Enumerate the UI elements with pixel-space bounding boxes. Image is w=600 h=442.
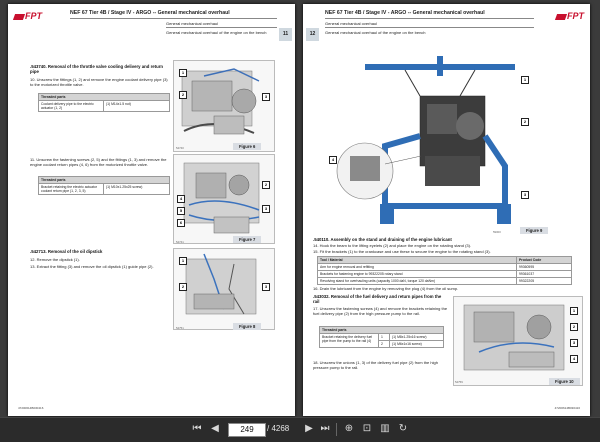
header-divider (325, 27, 534, 28)
table-row: Revolving stand for overhauling units (c… (317, 277, 572, 285)
table-row: Bracket retaining the delivery fuel pipe… (319, 333, 444, 348)
header-subtitle-1: General mechanical overhaul (325, 21, 378, 26)
header-title: NEF 67 Tier 4B / Stage IV - ARGO -- Gene… (70, 10, 230, 16)
engine-illustration (185, 253, 257, 315)
step-text: 15. Fit the brackets (1) to the crankcas… (313, 249, 491, 254)
engine-illustration (463, 304, 565, 371)
figure-oil-dipstick: 1 2 3 (173, 248, 275, 330)
section-title: .543032. Removal of the fuel delivery an… (313, 294, 442, 305)
callout-3: 3 (570, 339, 578, 347)
section-title: .543740. Removal of the throttle valve c… (30, 64, 164, 75)
engine-on-stand-illustration (336, 56, 515, 224)
section-title: .540110. Assembly on the stand and drain… (313, 237, 452, 242)
figure-coolant-pipes: 4 5 6 2 3 (173, 154, 275, 244)
section-title: .542713. Removal of the oil dipstick (30, 249, 103, 254)
table-header: Threaded parts (319, 326, 444, 334)
two-page-view-icon[interactable]: ▥ (378, 422, 392, 436)
callout-1: 1 (179, 69, 187, 77)
previous-page-icon[interactable]: ◀ (208, 422, 222, 436)
threaded-parts-table: Threaded parts Bracket retaining the del… (319, 326, 444, 348)
page-number: 11 (279, 28, 292, 41)
step-text: 16. Drain the lubricant from the engine … (313, 286, 459, 291)
fit-page-icon[interactable]: ⊡ (360, 422, 374, 436)
header-subtitle-1: General mechanical overhaul (166, 21, 219, 26)
callout-2: 2 (179, 91, 187, 99)
header-title: NEF 67 Tier 4B / Stage IV - ARGO -- Gene… (325, 10, 485, 16)
page-footer: 47200614B030416 (554, 406, 580, 410)
callout-1: 1 (179, 257, 187, 265)
total-pages: / 4268 (267, 424, 290, 433)
callout-4: 4 (177, 195, 185, 203)
table-row: Coolant delivery pipe to the electric ac… (38, 100, 170, 112)
right-page: 12 NEF 67 Tier 4B / Stage IV - ARGO -- G… (303, 4, 590, 416)
figure-ref: 54740 (176, 146, 184, 150)
step-text: 18. Unscrew the unions (1, 3) of the del… (313, 360, 438, 370)
threaded-parts-table: Threaded parts Bracket retaining the ele… (38, 176, 170, 195)
figure-fuel-pipes: 1 2 3 4 (453, 296, 583, 386)
page-number-input[interactable]: 249 (228, 423, 266, 437)
header-divider (166, 27, 277, 28)
table-row: Brackets for fastening engine to 9932220… (317, 270, 572, 278)
pdf-toolbar: ⏮ ◀ 249 / 4268 ▶ ⏭ ⊕ ⊡ ▥ ↻ (0, 417, 600, 442)
next-page-icon[interactable]: ▶ (302, 422, 316, 436)
callout-1: 1 (521, 76, 529, 84)
figure-engine-throttle: 1 2 3 (173, 60, 275, 152)
engine-illustration (181, 68, 260, 135)
last-page-icon[interactable]: ⏭ (318, 422, 332, 436)
step-text: 14. Hook the beam to the lifting eyelets… (313, 243, 472, 248)
figure-ref: 54741 (176, 240, 184, 244)
callout-3: 3 (262, 205, 270, 213)
figure-label: Figure 10 (549, 378, 580, 385)
figure-label: Figure 8 (233, 323, 262, 330)
step-text: 17. Unscrew the fastening screws (4) and… (313, 306, 448, 316)
rotate-icon[interactable]: ↻ (396, 422, 410, 436)
step-text: 12. Remove the dipstick (1). (30, 257, 80, 262)
fpt-logo: FPT (556, 11, 584, 21)
table-row: Bracket retaining the electric actuator … (38, 183, 170, 195)
figure-ref: 54751 (176, 326, 184, 330)
tool-table: Tool / Material Product Code Arm for eng… (317, 256, 572, 285)
callout-1: 1 (570, 307, 578, 315)
callout-4: 4 (570, 355, 578, 363)
engine-illustration (183, 162, 260, 234)
step-text: 11. Unscrew the fastening screws (2, 5) … (30, 157, 167, 167)
header-divider (70, 18, 277, 19)
callout-3: 3 (262, 93, 270, 101)
callout-3: 3 (262, 283, 270, 291)
toolbar-separator (336, 423, 337, 436)
figure-engine-stand: 4 1 2 3 (325, 56, 540, 228)
callout-2: 2 (262, 181, 270, 189)
figure-label: Figure 7 (233, 236, 262, 243)
page-footer: 47200614B030416 (18, 406, 44, 410)
table-row: Arm for engine removal and refitting 993… (317, 263, 572, 271)
left-page: FPT NEF 67 Tier 4B / Stage IV - ARGO -- … (8, 4, 295, 416)
step-text: 10. Unscrew the fittings (1, 2) and remo… (30, 77, 168, 87)
callout-4: 4 (329, 156, 337, 164)
figure-ref: 59000 (493, 230, 501, 234)
header-subtitle-2: General mechanical overhaul of the engin… (166, 30, 267, 35)
zoom-icon[interactable]: ⊕ (342, 422, 356, 436)
figure-ref: 54759 (455, 380, 463, 384)
page-number: 12 (306, 28, 319, 41)
callout-5: 5 (177, 207, 185, 215)
header-subtitle-2: General mechanical overhaul of the engin… (325, 30, 426, 35)
threaded-parts-table: Threaded parts Coolant delivery pipe to … (38, 93, 170, 112)
figure-label: Figure 9 (520, 227, 549, 234)
figure-label: Figure 6 (233, 143, 262, 150)
table-header: Threaded parts (38, 176, 170, 184)
callout-6: 6 (177, 219, 185, 227)
callout-2: 2 (570, 323, 578, 331)
header-divider (325, 18, 534, 19)
callout-2: 2 (521, 118, 529, 126)
step-text: 13. Extract the fitting (3) and remove t… (30, 264, 154, 269)
fpt-logo: FPT (14, 11, 42, 21)
table-header: Threaded parts (38, 93, 170, 101)
callout-2: 2 (179, 283, 187, 291)
first-page-icon[interactable]: ⏮ (190, 422, 204, 436)
callout-3: 3 (521, 191, 529, 199)
